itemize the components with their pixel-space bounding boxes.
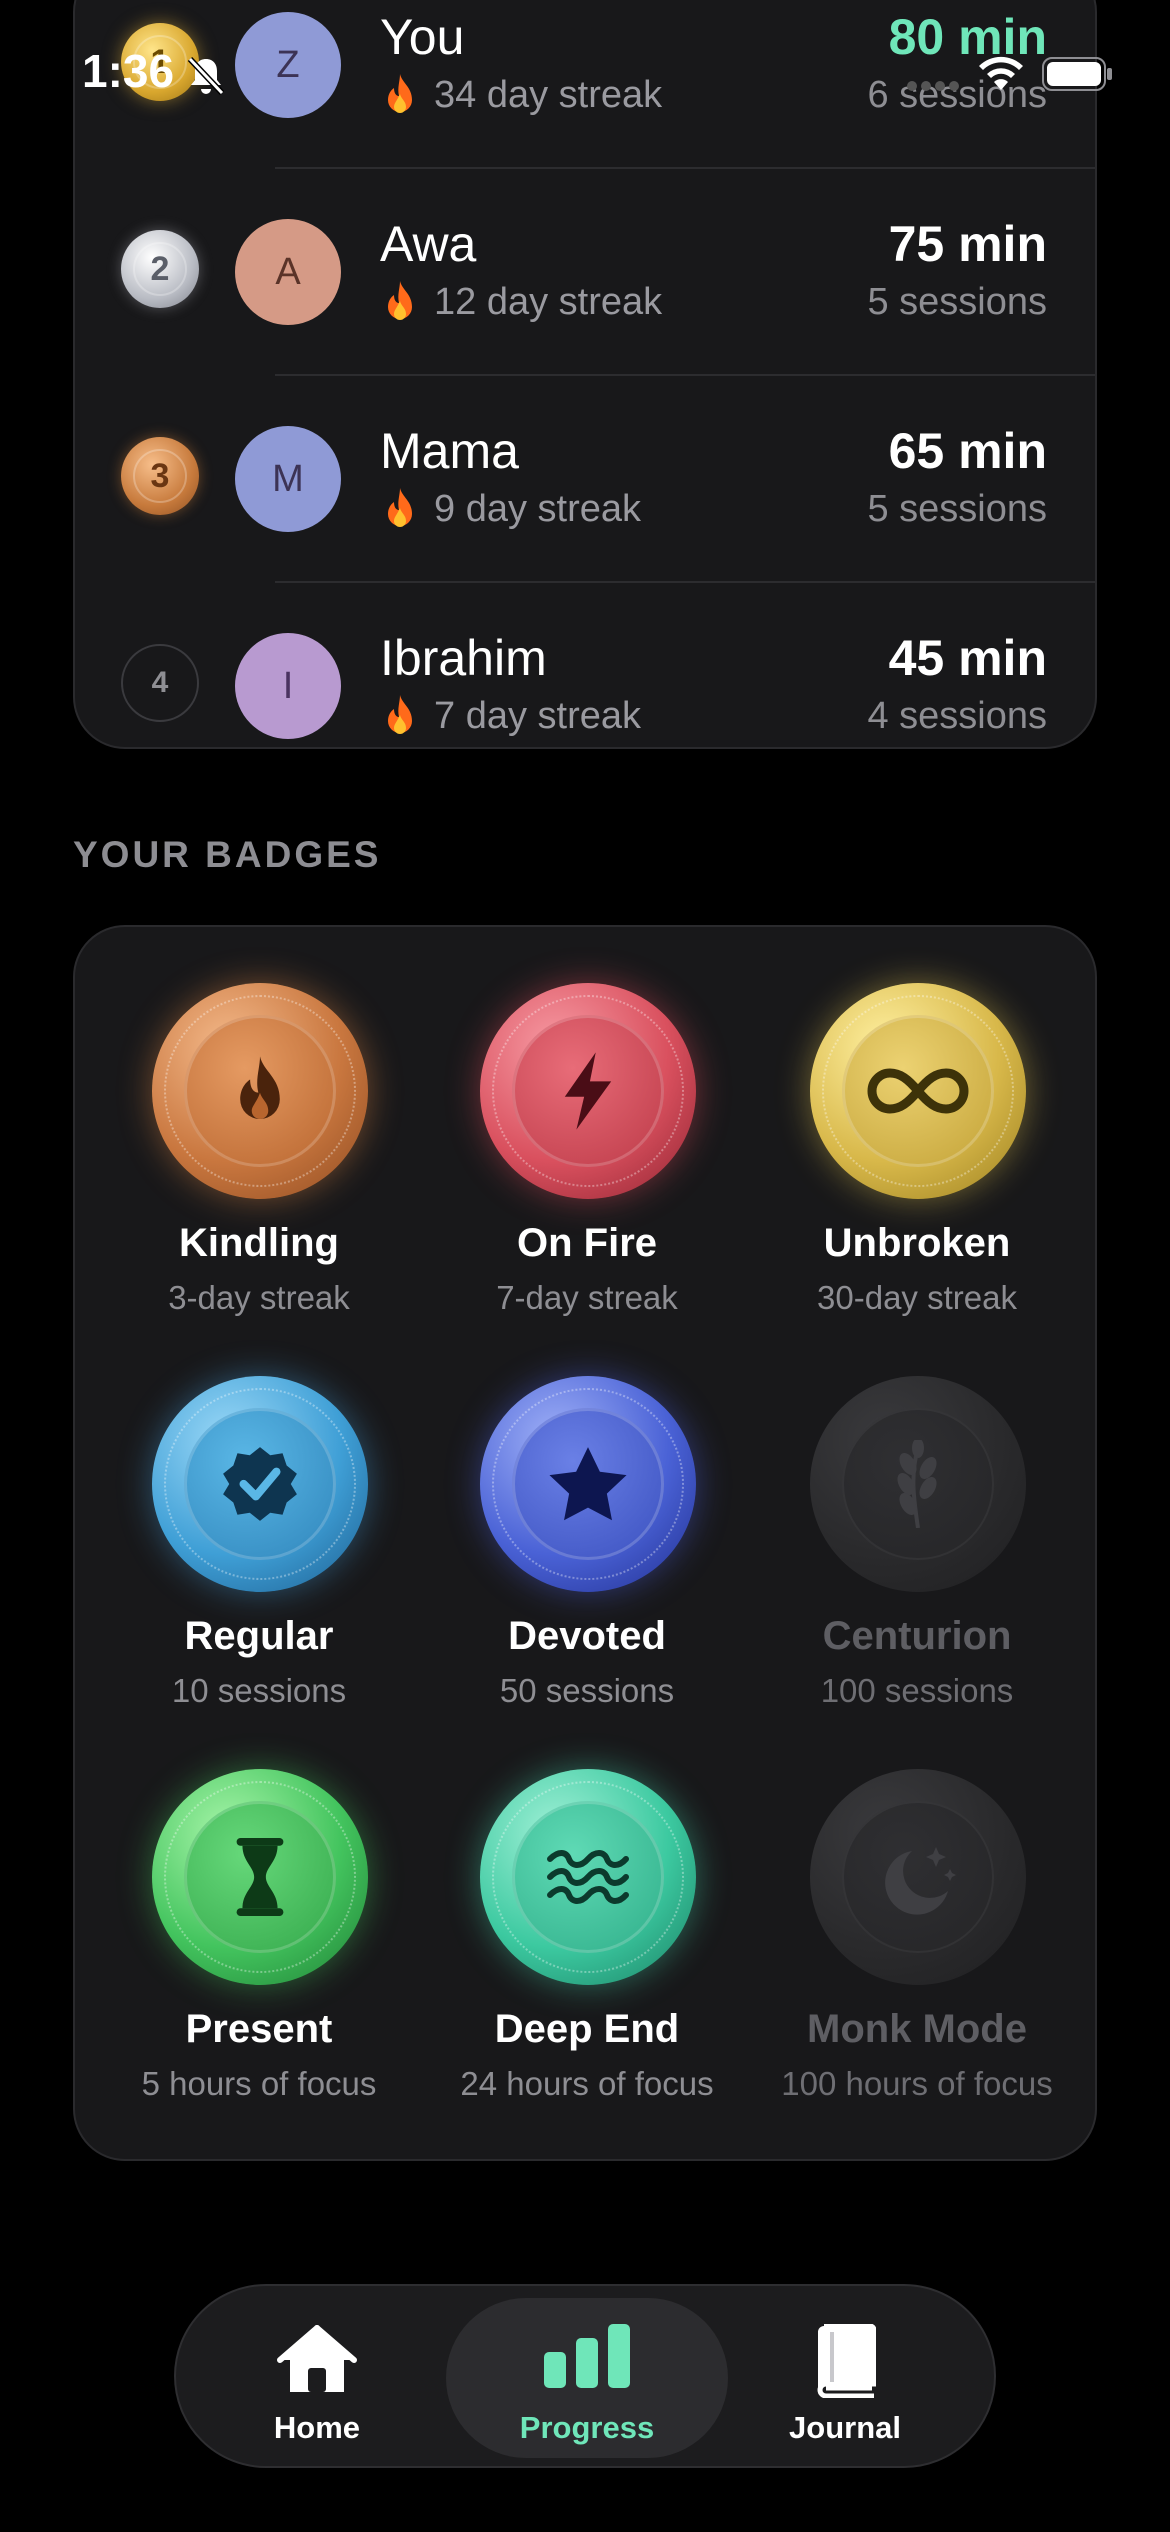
leaderboard-row[interactable]: 1 Z You 34 day streak 80 min 6 sessions [75,0,1095,169]
badge-name: On Fire [516,1221,658,1265]
badge-medal [810,983,1026,1199]
section-title: YOUR BADGES [73,834,382,875]
leaderboard-row[interactable]: 3 M Mama 9 day streak 65 min 5 sessions [75,376,1095,583]
book-icon [817,2324,876,2398]
badge-medal [810,1376,1026,1592]
participant-name: Awa [380,216,477,272]
leaderboard-row[interactable]: 4 I Ibrahim 7 day streak 45 min 4 sessio… [75,583,1095,747]
home-icon [277,2325,357,2392]
verified-check-icon [223,1447,297,1521]
badge-centurion[interactable]: Centurion 100 sessions [747,1320,1087,1709]
tab-label: Progress [519,2410,655,2445]
streak-label: 34 day streak [380,72,662,118]
streak-label: 7 day streak [380,693,641,739]
gold-medal-icon: 1 [121,23,199,101]
badge-name: Regular [184,1614,334,1658]
badge-requirement: 3-day streak [168,1279,350,1316]
badge-unbroken[interactable]: Unbroken 30-day streak [747,927,1087,1316]
badge-requirement: 50 sessions [499,1672,675,1709]
badge-monk-mode[interactable]: Monk Mode 100 hours of focus [747,1713,1087,2102]
sessions-value: 6 sessions [867,74,1047,116]
minutes-value: 75 min [888,216,1047,272]
tab-label: Home [273,2410,361,2445]
flame-icon [388,74,412,113]
participant-name: Ibrahim [380,630,547,686]
badge-requirement: 100 sessions [820,1672,1014,1709]
badge-medal [480,983,696,1199]
flame-icon [388,488,412,527]
badge-name: Centurion [822,1614,1012,1658]
badge-present[interactable]: Present 5 hours of focus [89,1713,429,2102]
badges-card: Kindling 3-day streak On Fire 7-day stre… [73,925,1097,2161]
badge-on-fire[interactable]: On Fire 7-day streak [417,927,757,1316]
badge-regular[interactable]: Regular 10 sessions [89,1320,429,1709]
avatar: I [235,633,341,739]
participant-name: Mama [380,423,519,479]
leaderboard-card: 1 Z You 34 day streak 80 min 6 sessions … [73,0,1097,749]
badge-name: Unbroken [823,1221,1011,1265]
badge-name: Devoted [508,1614,666,1658]
badge-deep-end[interactable]: Deep End 24 hours of focus [417,1713,757,2102]
streak-label: 12 day streak [380,279,662,325]
badge-medal [152,1376,368,1592]
laurel-icon [897,1440,937,1528]
avatar: M [235,426,341,532]
badge-medal [810,1769,1026,1985]
badge-requirement: 10 sessions [171,1672,347,1709]
badge-requirement: 24 hours of focus [460,2065,714,2102]
flame-icon [240,1056,280,1120]
rank-badge: 4 [121,644,199,722]
flame-icon [388,281,412,320]
badge-medal [152,1769,368,1985]
tab-label: Journal [789,2410,901,2445]
minutes-value: 65 min [888,423,1047,479]
hourglass-icon [236,1838,284,1916]
tab-progress[interactable]: Progress [446,2298,728,2458]
avatar: Z [235,12,341,118]
badge-requirement: 100 hours of focus [781,2065,1053,2102]
sessions-value: 5 sessions [867,281,1047,323]
leaderboard-row[interactable]: 2 A Awa 12 day streak 75 min 5 sessions [75,169,1095,376]
bronze-medal-icon: 3 [121,437,199,515]
badge-devoted[interactable]: Devoted 50 sessions [417,1320,757,1709]
badge-requirement: 5 hours of focus [141,2065,377,2102]
sessions-value: 4 sessions [867,695,1047,737]
badge-name: Deep End [494,2007,680,2051]
waves-icon [547,1850,629,1904]
infinity-icon [867,1068,969,1114]
silver-medal-icon: 2 [121,230,199,308]
badge-name: Kindling [179,1221,339,1265]
tab-bar: Home Progress Journal [174,2284,996,2468]
minutes-value: 45 min [888,630,1047,686]
streak-label: 9 day streak [380,486,641,532]
badge-name: Monk Mode [807,2007,1027,2051]
badge-requirement: 7-day streak [496,1279,678,1316]
badge-name: Present [185,2007,333,2051]
bar-chart-icon [544,2324,630,2388]
participant-name: You [380,9,465,65]
badge-medal [480,1376,696,1592]
badge-requirement: 30-day streak [817,1279,1017,1316]
flame-icon [388,695,412,734]
badge-medal [480,1769,696,1985]
tab-journal[interactable]: Journal [704,2298,986,2458]
minutes-value: 80 min [888,9,1047,65]
tab-home[interactable]: Home [176,2298,458,2458]
avatar: A [235,219,341,325]
sessions-value: 5 sessions [867,488,1047,530]
badge-medal [152,983,368,1199]
star-icon [549,1447,627,1521]
lightning-icon [564,1052,612,1130]
badge-kindling[interactable]: Kindling 3-day streak [89,927,429,1316]
moon-stars-icon [885,1847,956,1915]
